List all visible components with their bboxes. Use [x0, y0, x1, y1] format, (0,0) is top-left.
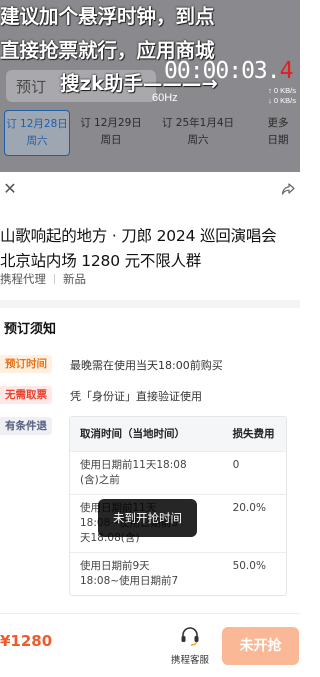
- cell-line: (含)之前: [80, 474, 120, 486]
- date-tab-date: 更多: [267, 117, 289, 129]
- fee-cell: 50.0%: [232, 560, 266, 572]
- fee-cell: 20.0%: [232, 502, 266, 514]
- headset-icon: [181, 627, 199, 646]
- clock-tenths: 4: [279, 58, 294, 84]
- section-divider: [0, 300, 300, 308]
- close-icon[interactable]: ✕: [0, 178, 20, 198]
- date-tab-jan4[interactable]: 订 25年1月4日 周六: [150, 110, 246, 156]
- cell-line: 18:08~使用日期前7: [80, 575, 179, 587]
- date-tab-dec29[interactable]: 订 12月29日 周日: [76, 110, 146, 156]
- refresh-rate: 60Hz: [152, 92, 178, 104]
- date-tab-date: 订 12月28日: [6, 118, 68, 130]
- cancel-time-cell: 使用日期前9天 18:08~使用日期前7: [70, 553, 219, 595]
- share-icon[interactable]: [278, 180, 298, 200]
- product-title: 山歌响起的地方 · 刀郎 2024 巡回演唱会 北京站内场 1280 元不限人群: [0, 224, 300, 274]
- new-tag: 新品: [63, 272, 86, 286]
- bottom-bar: ¥1280 携程客服 未开抢: [0, 613, 300, 677]
- fee-cell: 0: [232, 459, 240, 471]
- cell-line: 使用日期前9天: [80, 560, 150, 572]
- date-tab-weekday: 周日: [100, 134, 122, 146]
- date-tab-dec28[interactable]: 订 12月28日 周六: [4, 110, 70, 156]
- date-tab-date: 订 25年1月4日: [161, 117, 235, 129]
- cancel-time-cell: 使用日期前11天18:08 (含)之前: [70, 452, 219, 494]
- date-tab-weekday: 周六: [26, 135, 48, 147]
- header-fee: 损失费用: [232, 427, 275, 440]
- conditional-refund-tag: 有条件退: [0, 417, 52, 435]
- table-row: 使用日期前11天18:08 (含)之前 0: [70, 451, 286, 494]
- date-tab-weekday: 日期: [267, 134, 289, 146]
- product-sheet: ✕ 山歌响起的地方 · 刀郎 2024 巡回演唱会 北京站内场 1280 元不限…: [0, 172, 300, 677]
- refund-table-header: 取消时间（当地时间） 损失费用: [70, 417, 286, 451]
- customer-service-label: 携程客服: [170, 655, 209, 666]
- meta-separator: [54, 274, 55, 284]
- product-meta: 携程代理 新品: [0, 271, 86, 287]
- price: ¥1280: [0, 632, 53, 650]
- promo-line-1: 建议加个悬浮时钟，到点: [0, 5, 215, 28]
- vendor-label: 携程代理: [0, 272, 46, 286]
- header-cancel-time: 取消时间（当地时间）: [80, 427, 185, 440]
- date-tab-date: 订 12月29日: [80, 117, 142, 129]
- buy-button[interactable]: 未开抢: [222, 627, 299, 665]
- toast-message: 未到开抢时间: [98, 499, 197, 537]
- no-ticket-pickup-text: 凭「身份证」直接验证使用: [70, 390, 202, 403]
- table-row: 使用日期前9天 18:08~使用日期前7 50.0%: [70, 552, 286, 595]
- notice-heading: 预订须知: [4, 322, 57, 337]
- booking-time-tag: 预订时间: [0, 355, 52, 373]
- clock-time: 00:00:03.: [164, 58, 281, 84]
- no-ticket-pickup-tag: 无需取票: [0, 386, 52, 404]
- background-search-text: 预订: [16, 78, 47, 96]
- cell-line: 使用日期前11天18:08: [80, 459, 187, 471]
- net-up: ↑ 0 KB/s: [268, 86, 296, 95]
- more-dates-button[interactable]: 更多 日期: [258, 110, 298, 156]
- product-title-line-1: 山歌响起的地方 · 刀郎 2024 巡回演唱会: [0, 227, 277, 245]
- customer-service-button[interactable]: 携程客服: [166, 626, 214, 666]
- date-tabs: 订 12月28日 周六 订 12月29日 周日 订 25年1月4日 周六 更多 …: [0, 110, 300, 162]
- net-down: ↓ 0 KB/s: [268, 96, 296, 105]
- network-speed: ↑ 0 KB/s ↓ 0 KB/s: [268, 86, 296, 106]
- booking-time-text: 最晚需在使用当天18:00前购买: [70, 359, 223, 372]
- floating-clock[interactable]: 00:00:03.4: [164, 58, 294, 84]
- date-tab-weekday: 周六: [187, 134, 209, 146]
